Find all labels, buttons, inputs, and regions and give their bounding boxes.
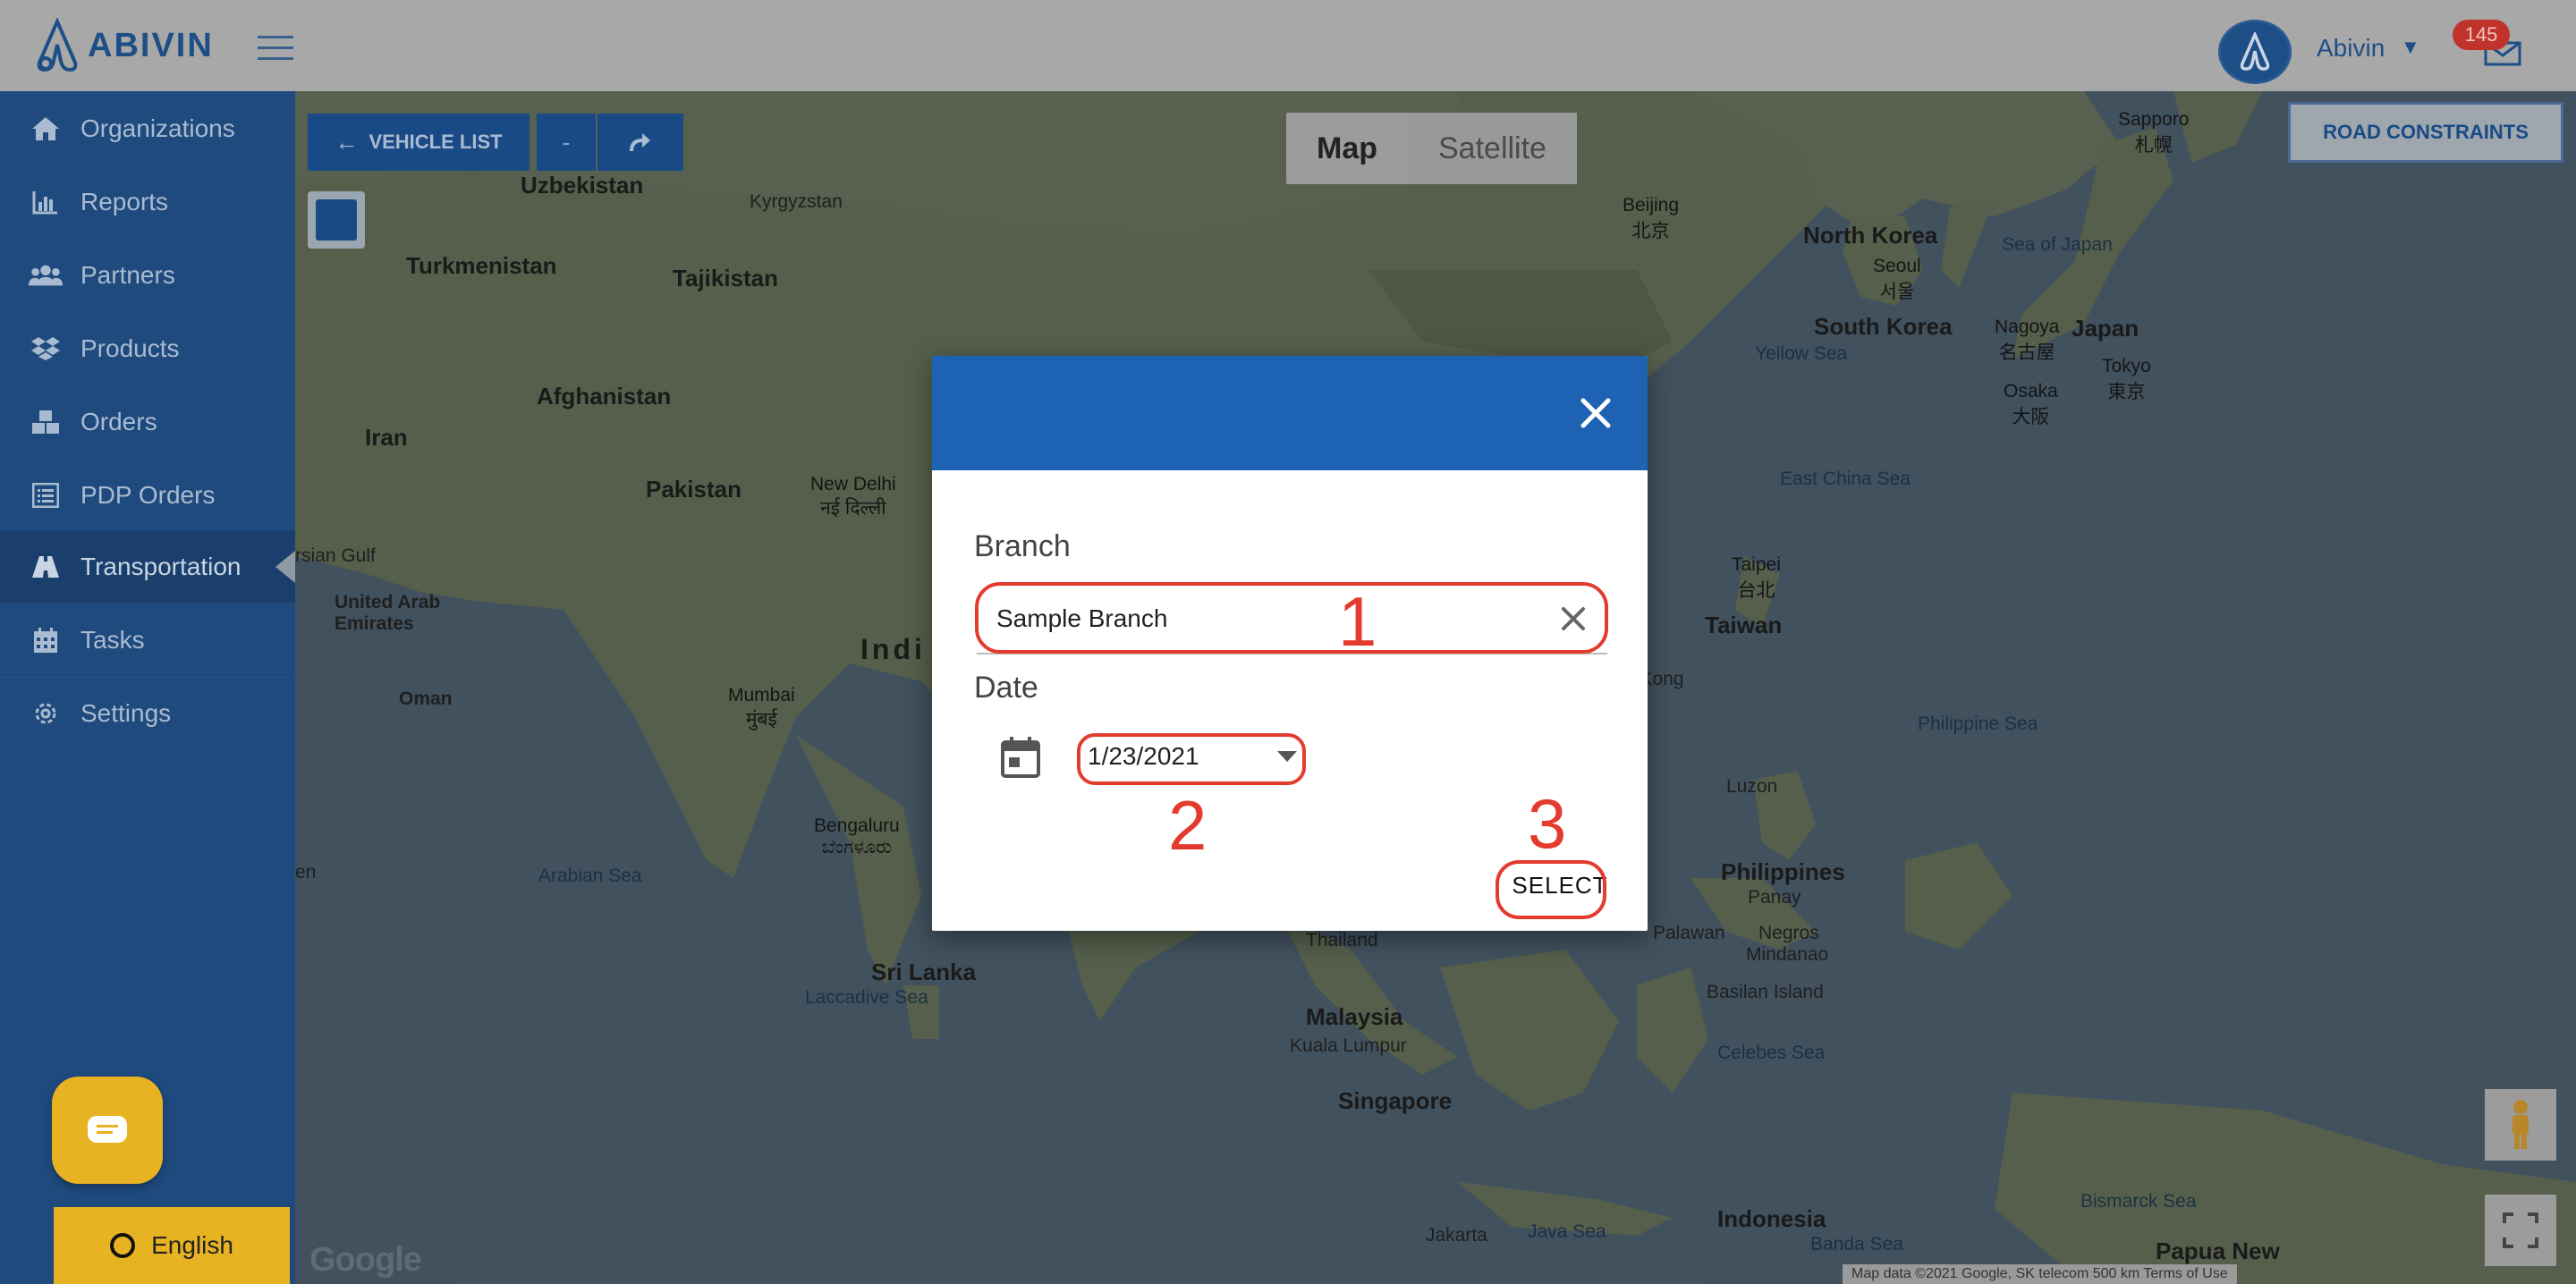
sidebar-item-partners[interactable]: Partners <box>0 240 295 311</box>
close-icon[interactable] <box>1578 395 1614 431</box>
users-icon <box>29 258 63 292</box>
dialog-header <box>932 356 1648 470</box>
sidebar-item-settings[interactable]: Settings <box>0 678 295 749</box>
notification-badge: 145 <box>2453 20 2510 50</box>
annotation-number-2: 2 <box>1168 786 1208 865</box>
cubes-icon <box>29 405 63 439</box>
map-type-satellite-button[interactable]: Satellite <box>1408 113 1577 184</box>
vehicle-list-label: VEHICLE LIST <box>369 131 503 153</box>
calendar-icon <box>29 623 63 657</box>
user-name[interactable]: Abivin <box>2317 34 2385 63</box>
chat-button[interactable] <box>52 1077 163 1184</box>
language-ring-icon <box>110 1233 136 1258</box>
sidebar-item-label: Tasks <box>80 626 145 654</box>
annotation-number-3: 3 <box>1528 784 1567 863</box>
sidebar-item-label: Settings <box>80 699 172 727</box>
bar-chart-icon <box>29 185 63 219</box>
google-logo: Google <box>309 1241 422 1279</box>
map-type-control: Map Satellite <box>1286 113 1577 184</box>
redo-button[interactable] <box>597 114 683 171</box>
avatar[interactable] <box>2218 20 2292 84</box>
minus-button[interactable]: - <box>537 114 596 171</box>
street-view-pegman-icon[interactable] <box>2485 1089 2556 1161</box>
redo-icon <box>630 133 650 152</box>
fullscreen-icon[interactable] <box>2485 1195 2556 1266</box>
sidebar-item-orders[interactable]: Orders <box>0 386 295 458</box>
annotation-ring-date <box>1077 733 1306 785</box>
gear-icon <box>29 697 63 731</box>
avatar-logo-icon <box>2240 32 2270 71</box>
sidebar-item-transportation[interactable]: Transportation <box>0 531 295 603</box>
sidebar-item-label: Reports <box>80 188 169 215</box>
calendar-icon[interactable] <box>1000 735 1041 780</box>
annotation-number-1: 1 <box>1338 582 1377 661</box>
sidebar-item-label: PDP Orders <box>80 481 216 509</box>
sidebar-item-organizations[interactable]: Organizations <box>0 93 295 165</box>
sidebar-item-label: Partners <box>80 261 175 289</box>
logo-text: ABIVIN <box>88 26 214 64</box>
dropbox-icon <box>29 332 63 366</box>
annotation-ring-branch <box>975 582 1608 654</box>
language-label: English <box>151 1231 233 1259</box>
sidebar-item-pdp-orders[interactable]: PDP Orders <box>0 460 295 531</box>
arrow-left-icon: ← <box>335 128 359 156</box>
abivin-logo-icon <box>37 18 78 72</box>
list-icon <box>29 478 63 512</box>
map-type-map-button[interactable]: Map <box>1286 113 1408 184</box>
map-attribution: Map data ©2021 Google, SK telecom 500 km… <box>1843 1264 2237 1284</box>
home-icon <box>29 112 63 146</box>
chevron-down-icon[interactable]: ▼ <box>2401 36 2420 59</box>
abivin-logo[interactable]: ABIVIN <box>34 16 214 75</box>
sidebar-item-label: Organizations <box>80 114 235 142</box>
vehicle-list-button[interactable]: ← VEHICLE LIST <box>308 114 530 171</box>
road-icon <box>29 550 63 584</box>
sidebar-item-products[interactable]: Products <box>0 313 295 384</box>
sidebar-item-reports[interactable]: Reports <box>0 166 295 238</box>
sidebar-item-tasks[interactable]: Tasks <box>0 604 295 676</box>
top-header: ABIVIN Abivin ▼ 145 <box>0 0 2576 91</box>
language-selector[interactable]: English <box>54 1207 290 1284</box>
layer-toggle-button[interactable] <box>308 191 365 249</box>
sidebar-item-label: Orders <box>80 408 157 435</box>
menu-toggle-icon[interactable] <box>258 36 293 61</box>
sidebar-item-label: Products <box>80 334 180 362</box>
annotation-ring-select <box>1496 860 1606 919</box>
sidebar-item-label: Transportation <box>80 553 242 580</box>
chat-icon <box>88 1116 127 1143</box>
branch-label: Branch <box>974 529 1071 563</box>
date-label: Date <box>974 671 1038 705</box>
road-constraints-button[interactable]: ROAD CONSTRAINTS <box>2288 102 2563 163</box>
